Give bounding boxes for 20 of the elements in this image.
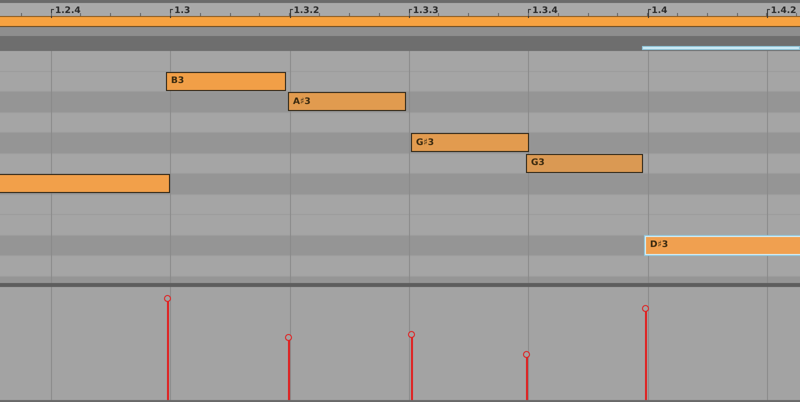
bar-marker: 1.4 bbox=[652, 6, 668, 16]
velocity-handle[interactable] bbox=[642, 305, 649, 312]
velocity-handle[interactable] bbox=[523, 350, 530, 358]
bar-marker: 1.4.2 bbox=[770, 6, 796, 16]
midi-note[interactable]: G3 bbox=[526, 154, 643, 172]
midi-note[interactable]: B3 bbox=[166, 72, 286, 90]
midi-note[interactable]: G♯3 bbox=[411, 133, 529, 152]
timeline-ruler[interactable]: 1.2.4 1.3 1.3.2 1.3.3 1.3.4 1.4 1.4.2 bbox=[0, 0, 800, 16]
bar-marker: 1.3.3 bbox=[412, 6, 439, 16]
midi-note[interactable]: D♯3 bbox=[645, 236, 800, 254]
loop-bar[interactable] bbox=[0, 16, 800, 27]
bar-marker: 1.2.4 bbox=[55, 6, 81, 16]
midi-note[interactable]: A♯3 bbox=[288, 92, 406, 111]
velocity-handle[interactable] bbox=[408, 331, 415, 338]
bar-marker: 1.3 bbox=[174, 6, 190, 16]
velocity-handle[interactable] bbox=[164, 295, 171, 302]
bar-marker: 1.3.2 bbox=[294, 6, 320, 16]
midi-note[interactable] bbox=[0, 174, 170, 193]
velocity-handle[interactable] bbox=[285, 334, 292, 341]
bar-marker: 1.3.4 bbox=[532, 6, 558, 16]
